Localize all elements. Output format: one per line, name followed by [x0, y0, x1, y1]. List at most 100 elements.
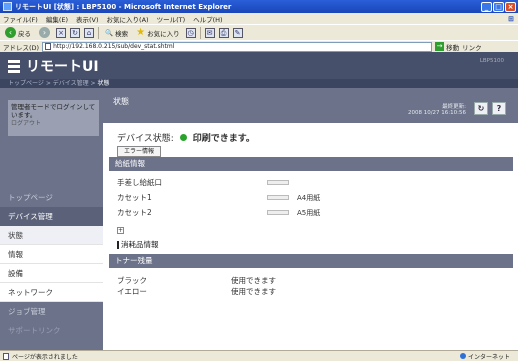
- browser-toolbar: ‹ 戻る › × ↻ ⌂ 🔍 検索 ★ お気に入り ◷ ✉ ⎙ ✎: [0, 24, 518, 40]
- main-header: 状態 最終更新: 2008 10/27 16:10:56 ↻ ?: [103, 88, 518, 123]
- menu-bar: ファイル(F) 編集(E) 表示(V) お気に入り(A) ツール(T) ヘルプ(…: [0, 13, 518, 24]
- menu-tools[interactable]: ツール(T): [157, 14, 186, 24]
- sidebar-item-device-management[interactable]: デバイス管理: [0, 207, 103, 226]
- toner-row: イエロー 使用できます: [117, 286, 276, 297]
- address-bar: アドレス(D) http://192.168.0.215/sub/dev_sta…: [0, 40, 518, 52]
- consumables-title: 消耗品情報: [117, 239, 159, 250]
- browser-status-bar: ページが表示されました インターネット: [0, 350, 518, 361]
- sidebar-item-info[interactable]: 情報: [0, 245, 103, 264]
- go-button[interactable]: → 移動: [435, 42, 459, 52]
- paper-source-label: 手差し給紙口: [117, 178, 162, 187]
- links-label[interactable]: リンク: [462, 42, 482, 52]
- device-status: デバイス状態: 印刷できます。 エラー情報: [117, 131, 255, 157]
- sidebar-item-status[interactable]: 状態: [0, 226, 103, 245]
- paper-row: 手差し給紙口: [117, 177, 289, 188]
- paper-row: カセット1 A4用紙: [117, 192, 320, 203]
- brand: リモートUI: [8, 56, 99, 76]
- home-icon[interactable]: ⌂: [84, 27, 94, 38]
- print-icon[interactable]: ⎙: [218, 27, 229, 38]
- paper-size: A5用紙: [297, 208, 321, 217]
- internet-zone-icon: [459, 353, 466, 359]
- go-label: 移動: [446, 43, 460, 52]
- maximize-button[interactable]: □: [493, 1, 504, 12]
- main-content: デバイス状態: 印刷できます。 エラー情報 給紙情報 手差し給紙口 カセット1 …: [103, 123, 518, 350]
- address-input[interactable]: http://192.168.0.215/sub/dev_stat.shtml: [42, 41, 433, 52]
- windows-logo-icon: ⊞: [508, 14, 514, 23]
- device-status-value: 印刷できます。: [192, 134, 255, 144]
- sidebar-item-settings[interactable]: 設備: [0, 264, 103, 283]
- search-icon: 🔍: [105, 28, 114, 37]
- refresh-page-icon[interactable]: ↻: [70, 27, 80, 38]
- paper-level-bar: [267, 180, 289, 185]
- back-button[interactable]: ‹ 戻る: [3, 26, 33, 40]
- logout-link[interactable]: ログアウト: [11, 120, 96, 128]
- mail-icon[interactable]: ✉: [204, 27, 215, 38]
- printer-icon: [8, 59, 20, 73]
- go-arrow-icon: →: [435, 42, 445, 51]
- brand-title: リモートUI: [26, 59, 99, 75]
- back-label: 戻る: [18, 29, 31, 38]
- paper-row: カセット2 A5用紙: [117, 207, 320, 218]
- status-ok-icon: [179, 134, 187, 141]
- paper-size: A4用紙: [297, 193, 321, 202]
- address-label: アドレス(D): [3, 43, 40, 52]
- breadcrumb-current: 状態: [97, 80, 110, 87]
- toolbar-separator: [199, 26, 201, 39]
- window-title-bar: リモートUI [状態] : LBP5100 - Microsoft Intern…: [0, 0, 518, 13]
- toolbar-separator: [98, 26, 99, 39]
- favorites-star-icon: ★: [136, 27, 146, 38]
- menu-file[interactable]: ファイル(F): [3, 14, 38, 24]
- menu-favorites[interactable]: お気に入り(A): [107, 14, 149, 24]
- history-icon[interactable]: ◷: [185, 27, 196, 38]
- breadcrumb-top[interactable]: トップページ: [8, 80, 44, 87]
- close-button[interactable]: ×: [505, 1, 516, 12]
- forward-arrow-icon: ›: [39, 27, 50, 38]
- status-text: ページが表示されました: [12, 353, 78, 361]
- last-update-value: 2008 10/27 16:10:56: [407, 110, 466, 116]
- breadcrumb-sep: >: [90, 80, 96, 87]
- zone-label: インターネット: [467, 353, 510, 361]
- search-button[interactable]: 🔍 検索: [103, 26, 130, 40]
- section-marker: [117, 240, 119, 249]
- favorites-button[interactable]: ★ お気に入り: [134, 26, 181, 40]
- toner-color: ブラック: [117, 276, 147, 285]
- menu-help[interactable]: ヘルプ(H): [193, 14, 222, 24]
- page-icon: [45, 43, 52, 50]
- toner-color: イエロー: [117, 287, 147, 296]
- sidebar-item-top[interactable]: トップページ: [0, 188, 103, 207]
- sidebar-item-job-management[interactable]: ジョブ管理: [0, 302, 103, 321]
- paper-level-bar: [267, 210, 289, 215]
- login-status-box: 管理者モードでログインしています。 ログアウト: [8, 100, 99, 136]
- last-update: 最終更新: 2008 10/27 16:10:56: [408, 104, 466, 116]
- expand-toggle-icon[interactable]: +: [117, 227, 124, 234]
- sidebar-item-support-link[interactable]: サポートリンク: [0, 321, 103, 340]
- toner-status: 使用できます: [231, 287, 276, 296]
- breadcrumb-device[interactable]: デバイス管理: [53, 80, 89, 87]
- printer-model: LBP5100: [479, 58, 504, 64]
- page-done-icon: [3, 352, 9, 360]
- refresh-icon[interactable]: ↻: [474, 102, 488, 115]
- security-zone: インターネット: [459, 352, 510, 361]
- menu-view[interactable]: 表示(V): [76, 14, 99, 24]
- device-status-label: デバイス状態:: [117, 134, 174, 144]
- stop-icon[interactable]: ×: [56, 27, 66, 38]
- sidebar-item-network[interactable]: ネットワーク: [0, 283, 103, 302]
- paper-source-label: カセット2: [117, 208, 152, 217]
- toner-row: ブラック 使用できます: [117, 275, 276, 286]
- paper-source-label: カセット1: [117, 193, 152, 202]
- minimize-button[interactable]: _: [481, 1, 492, 12]
- error-info-button[interactable]: エラー情報: [117, 146, 161, 157]
- consumables-label: 消耗品情報: [121, 240, 159, 249]
- breadcrumb: トップページ > デバイス管理 > 状態: [0, 79, 518, 88]
- window-title: リモートUI [状態] : LBP5100 - Microsoft Intern…: [15, 2, 232, 11]
- help-button[interactable]: ?: [492, 102, 506, 115]
- sidebar-nav: トップページ デバイス管理 状態 情報 設備 ネットワーク ジョブ管理 サポート…: [0, 188, 103, 340]
- forward-button[interactable]: ›: [37, 26, 52, 40]
- edit-icon[interactable]: ✎: [232, 27, 243, 38]
- address-url: http://192.168.0.215/sub/dev_stat.shtml: [53, 42, 175, 50]
- favorites-label: お気に入り: [147, 29, 180, 38]
- search-label: 検索: [115, 29, 129, 38]
- menu-edit[interactable]: 編集(E): [46, 14, 68, 24]
- back-arrow-icon: ‹: [5, 27, 16, 38]
- login-status-text: 管理者モードでログインしています。: [11, 103, 96, 119]
